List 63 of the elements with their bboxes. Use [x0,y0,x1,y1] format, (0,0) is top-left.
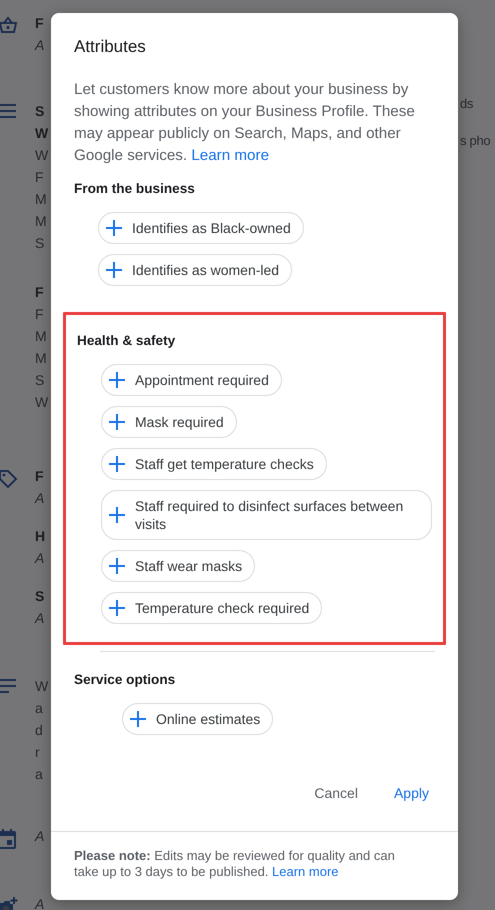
basket-icon [0,16,18,34]
background-text: W [35,677,48,696]
plus-icon [109,456,125,472]
background-text: F [35,14,44,33]
plus-icon [109,507,125,523]
section-title: Service options [74,672,176,687]
background-text: W [35,393,48,412]
apply-button[interactable]: Apply [388,779,435,807]
attribute-chip[interactable]: Mask required [101,406,237,438]
plus-icon [109,372,125,388]
section-title: From the business [74,181,196,196]
attribute-chip[interactable]: Temperature check required [101,592,322,624]
background-text: S [35,102,46,121]
background-text: W [35,146,48,165]
attribute-chip[interactable]: Staff required to disinfect surfaces between visits [101,490,432,540]
tag-icon [0,469,18,489]
attribute-chip[interactable]: Staff wear masks [101,550,256,582]
background-text: F [35,305,45,324]
background-text: W [35,124,48,143]
notes-icon [0,679,16,693]
background-text: s pho [460,133,490,148]
plus-icon [106,262,122,278]
background-text: M [35,190,48,209]
background-text: A [35,895,44,910]
calendar-icon [0,829,16,849]
background-text: r [35,743,41,762]
note-text: Please note: Edits may be reviewed for quality and can take up to 3 days to be published. Learn more [74,848,396,880]
attribute-chip[interactable]: Staff get temperature checks [101,448,327,480]
background-text: A [35,549,46,568]
background-text: M [35,349,48,368]
plus-icon [130,711,146,727]
attribute-chip[interactable]: Identifies as women-led [98,254,292,286]
background-text: F [35,168,45,187]
plus-icon [106,220,122,236]
attribute-chip[interactable]: Identifies as Black-owned [98,212,304,244]
background-text: F [35,283,45,302]
background-text: a [35,699,44,718]
menu-icon [0,104,16,118]
background-text: H [35,527,46,546]
background-text: a [35,765,44,784]
learn-more-link[interactable]: Learn more [272,864,339,879]
background-text: d [35,721,44,740]
cancel-button[interactable]: Cancel [308,779,364,807]
attribute-chip[interactable]: Online estimates [122,703,274,735]
plus-icon [109,600,125,616]
background-text: S [35,371,46,390]
background-text: S [35,587,44,606]
dialog-title: Attributes [74,37,147,57]
background-text: A [35,489,44,508]
background-text: ds [460,96,474,111]
section-title: Health & safety [77,333,176,348]
dialog-description: Let customers know more about your business by showing attributes on your Business Profile. These may appear publicly on Search, Maps, and other Google services. Learn more [74,80,416,166]
background-text: F [35,467,44,486]
background-text: A [35,36,44,55]
plus-icon [109,558,125,574]
attribute-chip[interactable]: Appointment required [101,364,282,396]
learn-more-link[interactable]: Learn more [191,147,270,164]
plus-icon [109,414,125,430]
background-text: M [35,327,48,346]
background-text: A [35,609,44,628]
background-text: A [35,827,44,846]
background-text: S [35,234,46,253]
background-text: M [35,212,48,231]
